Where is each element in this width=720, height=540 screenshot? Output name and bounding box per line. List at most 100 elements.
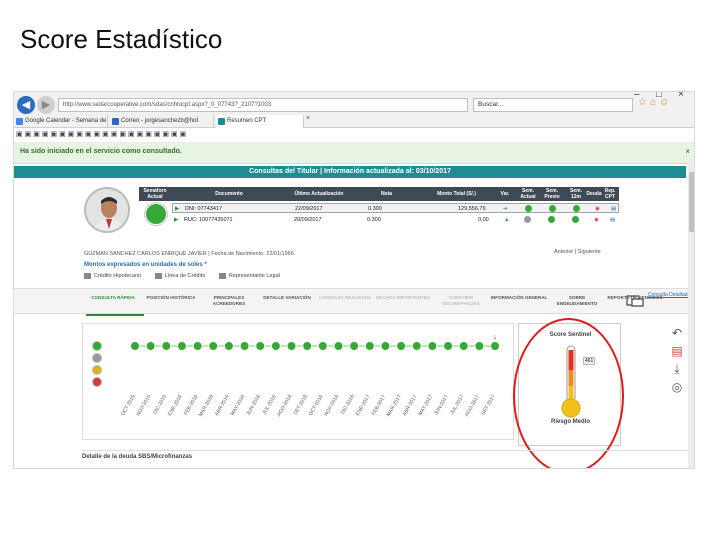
semaforo-actual-dot — [145, 203, 167, 225]
data-point[interactable] — [474, 341, 485, 351]
tab-google-calendar[interactable]: Google Calendar - Semana de — [14, 115, 108, 128]
detail-icon[interactable] — [626, 295, 644, 307]
tab-resumen-cpt[interactable]: Resumen CPT — [216, 115, 304, 128]
data-point[interactable] — [255, 341, 266, 351]
data-point[interactable] — [161, 341, 172, 351]
tab-section-6: OVERVIEW DISCREPANCIAS — [442, 295, 480, 306]
section-nav: CONSULTA RÁPIDA POSICIÓN HISTÓRICA PRINCIP… — [14, 288, 694, 314]
maximize-icon[interactable]: □ — [656, 92, 662, 100]
x-tick-label: MAR-2017 — [386, 394, 403, 418]
data-point[interactable] — [364, 341, 375, 351]
x-tick-label: ENE-2016 — [167, 394, 184, 417]
scrollbar[interactable] — [688, 162, 694, 468]
col-monto: Monto Total (S/.) — [437, 191, 476, 197]
pdf-icon[interactable]: ▤ — [668, 344, 686, 362]
col-sem-previo: Sem. Previo — [544, 188, 560, 200]
highlight-oval — [513, 318, 624, 468]
settings-icon[interactable]: ◎ — [668, 380, 686, 398]
legend-dot-red — [92, 377, 102, 387]
tab-correo[interactable]: Correo - jorgesanchezb@hot — [110, 115, 214, 128]
tab-close-icon[interactable]: × — [306, 115, 310, 122]
table-row[interactable]: ▶ RUC: 10077435071 20/09/2017 0.300 0.00… — [172, 215, 619, 225]
search-input[interactable]: Buscar... — [473, 98, 633, 112]
data-point[interactable] — [443, 341, 454, 351]
sem-actual-dot — [525, 205, 532, 212]
table-row[interactable]: ▶ DNI: 07743417 22/09/2017 0.300 129,556… — [172, 203, 619, 213]
close-icon[interactable]: × — [685, 147, 690, 156]
page-icon — [218, 118, 225, 125]
tab-section-5: HECHOS IMPORTANTES — [375, 295, 431, 300]
tab-section-3[interactable]: DETALLE VARIACIÓN — [258, 295, 316, 301]
data-point[interactable] — [239, 341, 250, 351]
forward-button[interactable]: ▶ — [37, 96, 55, 114]
prev-link[interactable]: Anterior — [554, 249, 573, 255]
slide-title: Score Estadístico — [20, 24, 223, 54]
deuda-icon[interactable]: ◉ — [595, 204, 600, 214]
data-point[interactable] — [208, 341, 219, 351]
montos-label: Montos expresados en unidades de soles * — [84, 262, 207, 268]
legend-linea: Línea de Crédito — [154, 273, 205, 279]
current-marker-icon: ↓ — [493, 334, 497, 341]
data-point[interactable] — [427, 341, 438, 351]
browser-screenshot: ◀ ▶ http://www.sedarcooperative.com/sdas… — [13, 91, 695, 469]
row-nota: 0.300 — [367, 217, 381, 223]
data-point[interactable] — [223, 341, 234, 351]
tab-section-2[interactable]: PRINCIPALES ACREEDORES — [200, 295, 258, 307]
data-point[interactable] — [270, 341, 281, 351]
data-point[interactable] — [317, 341, 328, 351]
mail-icon — [112, 118, 119, 125]
deuda-icon[interactable]: ◉ — [594, 215, 599, 225]
scrollbar-thumb[interactable] — [689, 172, 694, 232]
data-point[interactable] — [458, 341, 469, 351]
tab-section-8[interactable]: SOBRE ENDEUDAMIENTO — [548, 295, 606, 307]
tab-strip: Google Calendar - Semana de Correo - jor… — [14, 115, 694, 128]
data-point[interactable] — [490, 341, 500, 351]
table-header: Semáforo Actual Documento Último Actuali… — [139, 187, 619, 201]
x-tick-label: SET-2017 — [480, 394, 496, 416]
legend-dot-yellow — [92, 365, 102, 375]
x-tick-label: JUL-2016 — [262, 394, 278, 416]
address-bar[interactable]: http://www.sedarcooperative.com/sdas/cnh… — [58, 98, 468, 112]
header-bar: Consultas del Titular | Información actu… — [14, 166, 686, 178]
col-sem-actual: Sem. Actual — [520, 188, 536, 200]
consulta-detallada-link[interactable]: Consulta Detallada — [648, 292, 690, 298]
tab-section-1[interactable]: POSICIÓN HISTÓRICA — [142, 295, 200, 301]
minimize-icon[interactable]: – — [634, 92, 640, 100]
back-button[interactable]: ◀ — [17, 96, 35, 114]
row-doc: DNI: 07743417 — [185, 206, 222, 212]
data-point[interactable] — [349, 341, 360, 351]
row-nota: 0.300 — [368, 206, 382, 212]
data-point[interactable] — [333, 341, 344, 351]
undo-icon[interactable]: ↶ — [668, 326, 686, 344]
x-tick-label: OCT-2015 — [120, 394, 137, 417]
data-point[interactable] — [286, 341, 297, 351]
report-icon[interactable]: ▤ — [611, 204, 616, 214]
data-point[interactable] — [302, 341, 313, 351]
col-rep-cpt: Rep. CPT — [604, 188, 616, 200]
x-tick-label: AGO-2016 — [276, 394, 293, 418]
data-point[interactable] — [380, 341, 391, 351]
expand-icon[interactable]: ▶ — [175, 204, 179, 214]
report-icon[interactable]: ▤ — [610, 215, 615, 225]
sem-actual-dot — [524, 216, 531, 223]
row-fecha: 22/09/2017 — [295, 206, 323, 212]
data-point[interactable] — [176, 341, 187, 351]
expand-icon[interactable]: ▶ — [174, 215, 178, 225]
close-window-icon[interactable]: × — [678, 92, 684, 100]
data-point[interactable] — [411, 341, 422, 351]
next-link[interactable]: Siguiente — [578, 249, 601, 255]
tab-section-0[interactable]: CONSULTA RÁPIDA — [84, 295, 142, 301]
bookmark-icons[interactable]: ▣▣▣▣▣▣▣▣▣▣▣▣▣▣▣▣▣▣▣▣ — [16, 130, 188, 138]
data-point[interactable] — [145, 341, 156, 351]
tab-section-7[interactable]: INFORMACIÓN GENERAL — [490, 295, 548, 301]
download-icon[interactable]: ⤓ — [668, 362, 686, 380]
data-point[interactable] — [130, 341, 140, 351]
x-tick-label: ABR-2016 — [214, 394, 231, 417]
arrow-right-icon: ➜ — [503, 206, 508, 212]
x-tick-label: MAY-2017 — [418, 394, 435, 417]
sem-12m-dot — [572, 216, 579, 223]
data-point[interactable] — [396, 341, 407, 351]
data-point[interactable] — [192, 341, 203, 351]
x-tick-label: NOV-2016 — [323, 394, 340, 417]
divider — [82, 450, 692, 451]
